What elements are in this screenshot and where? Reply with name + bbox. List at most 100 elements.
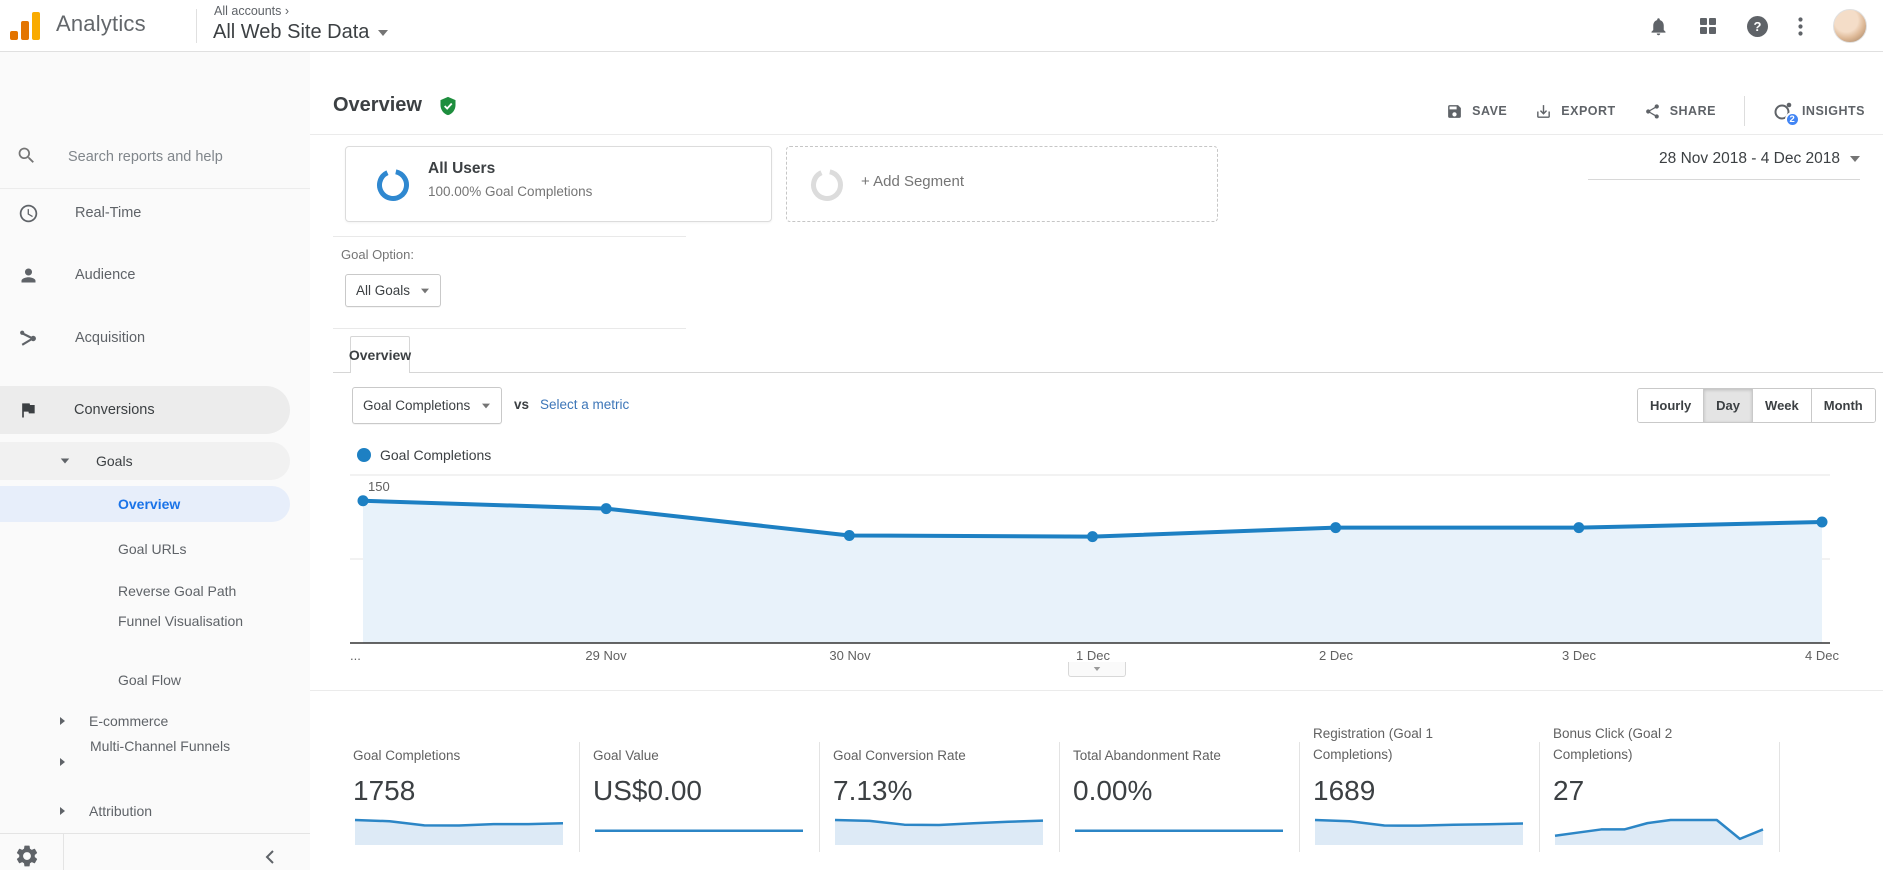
goals-pill bbox=[0, 442, 290, 480]
sidebar-item-acquisition[interactable]: Acquisition bbox=[18, 325, 145, 351]
sidebar-item-funnel-visualisation[interactable]: Funnel Visualisation bbox=[118, 611, 248, 632]
header-divider bbox=[196, 9, 197, 43]
x-tick: 2 Dec bbox=[1296, 648, 1376, 663]
person-icon bbox=[18, 265, 39, 286]
tab-overview[interactable]: Overview bbox=[350, 336, 410, 373]
sidebar-item-goals[interactable]: Goals bbox=[60, 450, 133, 472]
sidebar-item-multi-channel-funnels[interactable]: Multi-Channel Funnels bbox=[90, 735, 235, 757]
report-toolbar: SAVE EXPORT SHARE 2 INSIGHTS bbox=[1446, 96, 1865, 126]
card-divider bbox=[579, 742, 580, 852]
insights-badge: 2 bbox=[1785, 112, 1800, 127]
chart-legend: Goal Completions bbox=[357, 447, 491, 463]
app-name: Analytics bbox=[56, 11, 146, 37]
card-divider bbox=[1779, 742, 1780, 852]
page-title: Overview bbox=[333, 94, 422, 117]
card-label[interactable]: Registration (Goal 1 Completions) bbox=[1313, 723, 1498, 765]
x-tick: 3 Dec bbox=[1539, 648, 1619, 663]
logo-bar-medium bbox=[21, 21, 29, 40]
more-vert-icon[interactable] bbox=[1798, 17, 1803, 36]
caret-right-icon bbox=[60, 807, 65, 815]
card-value: 0.00% bbox=[1073, 775, 1152, 807]
caret-right-icon bbox=[60, 717, 65, 725]
analytics-app: Analytics All accounts › All Web Site Da… bbox=[0, 0, 1883, 870]
card-sparkline bbox=[353, 812, 565, 846]
metric-dropdown[interactable]: Goal Completions bbox=[352, 387, 502, 424]
expander-caret-icon bbox=[1094, 667, 1101, 671]
granularity-week-button[interactable]: Week bbox=[1752, 389, 1811, 422]
granularity-day-button[interactable]: Day bbox=[1703, 389, 1752, 422]
avatar[interactable] bbox=[1833, 9, 1867, 43]
add-segment-button[interactable]: + Add Segment bbox=[786, 146, 1218, 222]
segments-divider bbox=[333, 236, 686, 237]
sidebar-item-real-time[interactable]: Real-Time bbox=[18, 200, 141, 226]
title-divider bbox=[310, 134, 1883, 135]
logo-bar-tall bbox=[32, 12, 40, 40]
sidebar-item-conversions[interactable]: Conversions bbox=[18, 397, 155, 423]
app-header: Analytics All accounts › All Web Site Da… bbox=[0, 0, 1883, 52]
granularity-switcher: Hourly Day Week Month bbox=[1637, 388, 1876, 423]
dropdown-caret-icon bbox=[482, 403, 490, 408]
admin-gear-icon[interactable] bbox=[14, 843, 40, 869]
goal-option-label: Goal Option: bbox=[341, 247, 414, 262]
segment-all-users[interactable]: All Users 100.00% Goal Completions bbox=[345, 146, 772, 222]
card-value: 27 bbox=[1553, 775, 1584, 807]
breadcrumb-chevron-icon: › bbox=[285, 4, 289, 18]
acquisition-icon bbox=[18, 328, 39, 349]
card-label[interactable]: Bonus Click (Goal 2 Completions) bbox=[1553, 723, 1738, 765]
breadcrumb[interactable]: All accounts › bbox=[214, 4, 289, 18]
vs-label: vs bbox=[514, 397, 529, 412]
sidebar-bottom-vdivider bbox=[63, 833, 64, 870]
goal-completions-chart[interactable]: 75150 bbox=[350, 470, 1830, 650]
caret-right-icon bbox=[60, 758, 65, 766]
segment-title: All Users bbox=[428, 160, 495, 178]
sidebar-item-ecommerce[interactable]: E-commerce bbox=[60, 710, 168, 732]
date-caret-icon bbox=[1850, 156, 1860, 162]
save-button[interactable]: SAVE bbox=[1446, 103, 1507, 120]
search-icon bbox=[16, 145, 37, 166]
sidebar-collapse-icon[interactable] bbox=[262, 848, 280, 866]
shield-check-icon bbox=[438, 95, 458, 117]
save-icon bbox=[1446, 103, 1463, 120]
card-divider bbox=[1059, 742, 1060, 852]
granularity-hourly-button[interactable]: Hourly bbox=[1638, 389, 1703, 422]
card-label[interactable]: Goal Conversion Rate bbox=[833, 745, 1018, 766]
x-tick: 1 Dec bbox=[1053, 648, 1133, 663]
share-button[interactable]: SHARE bbox=[1644, 103, 1716, 120]
export-button[interactable]: EXPORT bbox=[1535, 103, 1615, 120]
sidebar-item-reverse-goal-path[interactable]: Reverse Goal Path bbox=[118, 580, 236, 602]
x-tick: 29 Nov bbox=[566, 648, 646, 663]
sidebar-item-goals-overview[interactable]: Overview bbox=[118, 493, 180, 515]
notifications-bell-icon[interactable] bbox=[1648, 16, 1669, 37]
sidebar-item-goal-urls[interactable]: Goal URLs bbox=[118, 538, 186, 560]
svg-text:150: 150 bbox=[368, 479, 390, 494]
chart-expander-button[interactable] bbox=[1068, 662, 1126, 677]
sidebar-item-goal-flow[interactable]: Goal Flow bbox=[118, 669, 181, 691]
search-input[interactable] bbox=[66, 142, 291, 172]
granularity-month-button[interactable]: Month bbox=[1811, 389, 1875, 422]
legend-label: Goal Completions bbox=[380, 447, 491, 463]
header-icons: ? bbox=[1648, 0, 1867, 52]
insights-icon: 2 bbox=[1773, 101, 1793, 121]
logo-bar-small bbox=[10, 31, 18, 40]
card-label[interactable]: Total Abandonment Rate bbox=[1073, 745, 1258, 766]
card-label[interactable]: Goal Value bbox=[593, 745, 778, 766]
card-divider bbox=[1299, 742, 1300, 852]
card-label[interactable]: Goal Completions bbox=[353, 745, 538, 766]
date-range-text: 28 Nov 2018 - 4 Dec 2018 bbox=[1659, 150, 1840, 168]
sidebar-item-audience[interactable]: Audience bbox=[18, 262, 135, 288]
select-metric-link[interactable]: Select a metric bbox=[540, 397, 629, 412]
caret-down-icon bbox=[61, 458, 70, 463]
apps-grid-icon[interactable] bbox=[1699, 17, 1717, 35]
help-icon[interactable]: ? bbox=[1747, 16, 1768, 37]
segment-subtitle: 100.00% Goal Completions bbox=[428, 184, 592, 199]
property-selector[interactable]: All Web Site Data bbox=[213, 21, 388, 44]
goal-option-dropdown[interactable]: All Goals bbox=[345, 274, 441, 307]
sidebar: Real-Time Audience Acquisition Behaviour… bbox=[0, 52, 310, 870]
x-tick: 30 Nov bbox=[810, 648, 890, 663]
sidebar-item-attribution[interactable]: Attribution bbox=[60, 800, 152, 822]
insights-button[interactable]: 2 INSIGHTS bbox=[1773, 101, 1865, 121]
flag-icon bbox=[18, 400, 38, 420]
card-divider bbox=[819, 742, 820, 852]
analytics-logo[interactable] bbox=[10, 12, 44, 40]
date-range-selector[interactable]: 28 Nov 2018 - 4 Dec 2018 bbox=[1588, 150, 1860, 180]
